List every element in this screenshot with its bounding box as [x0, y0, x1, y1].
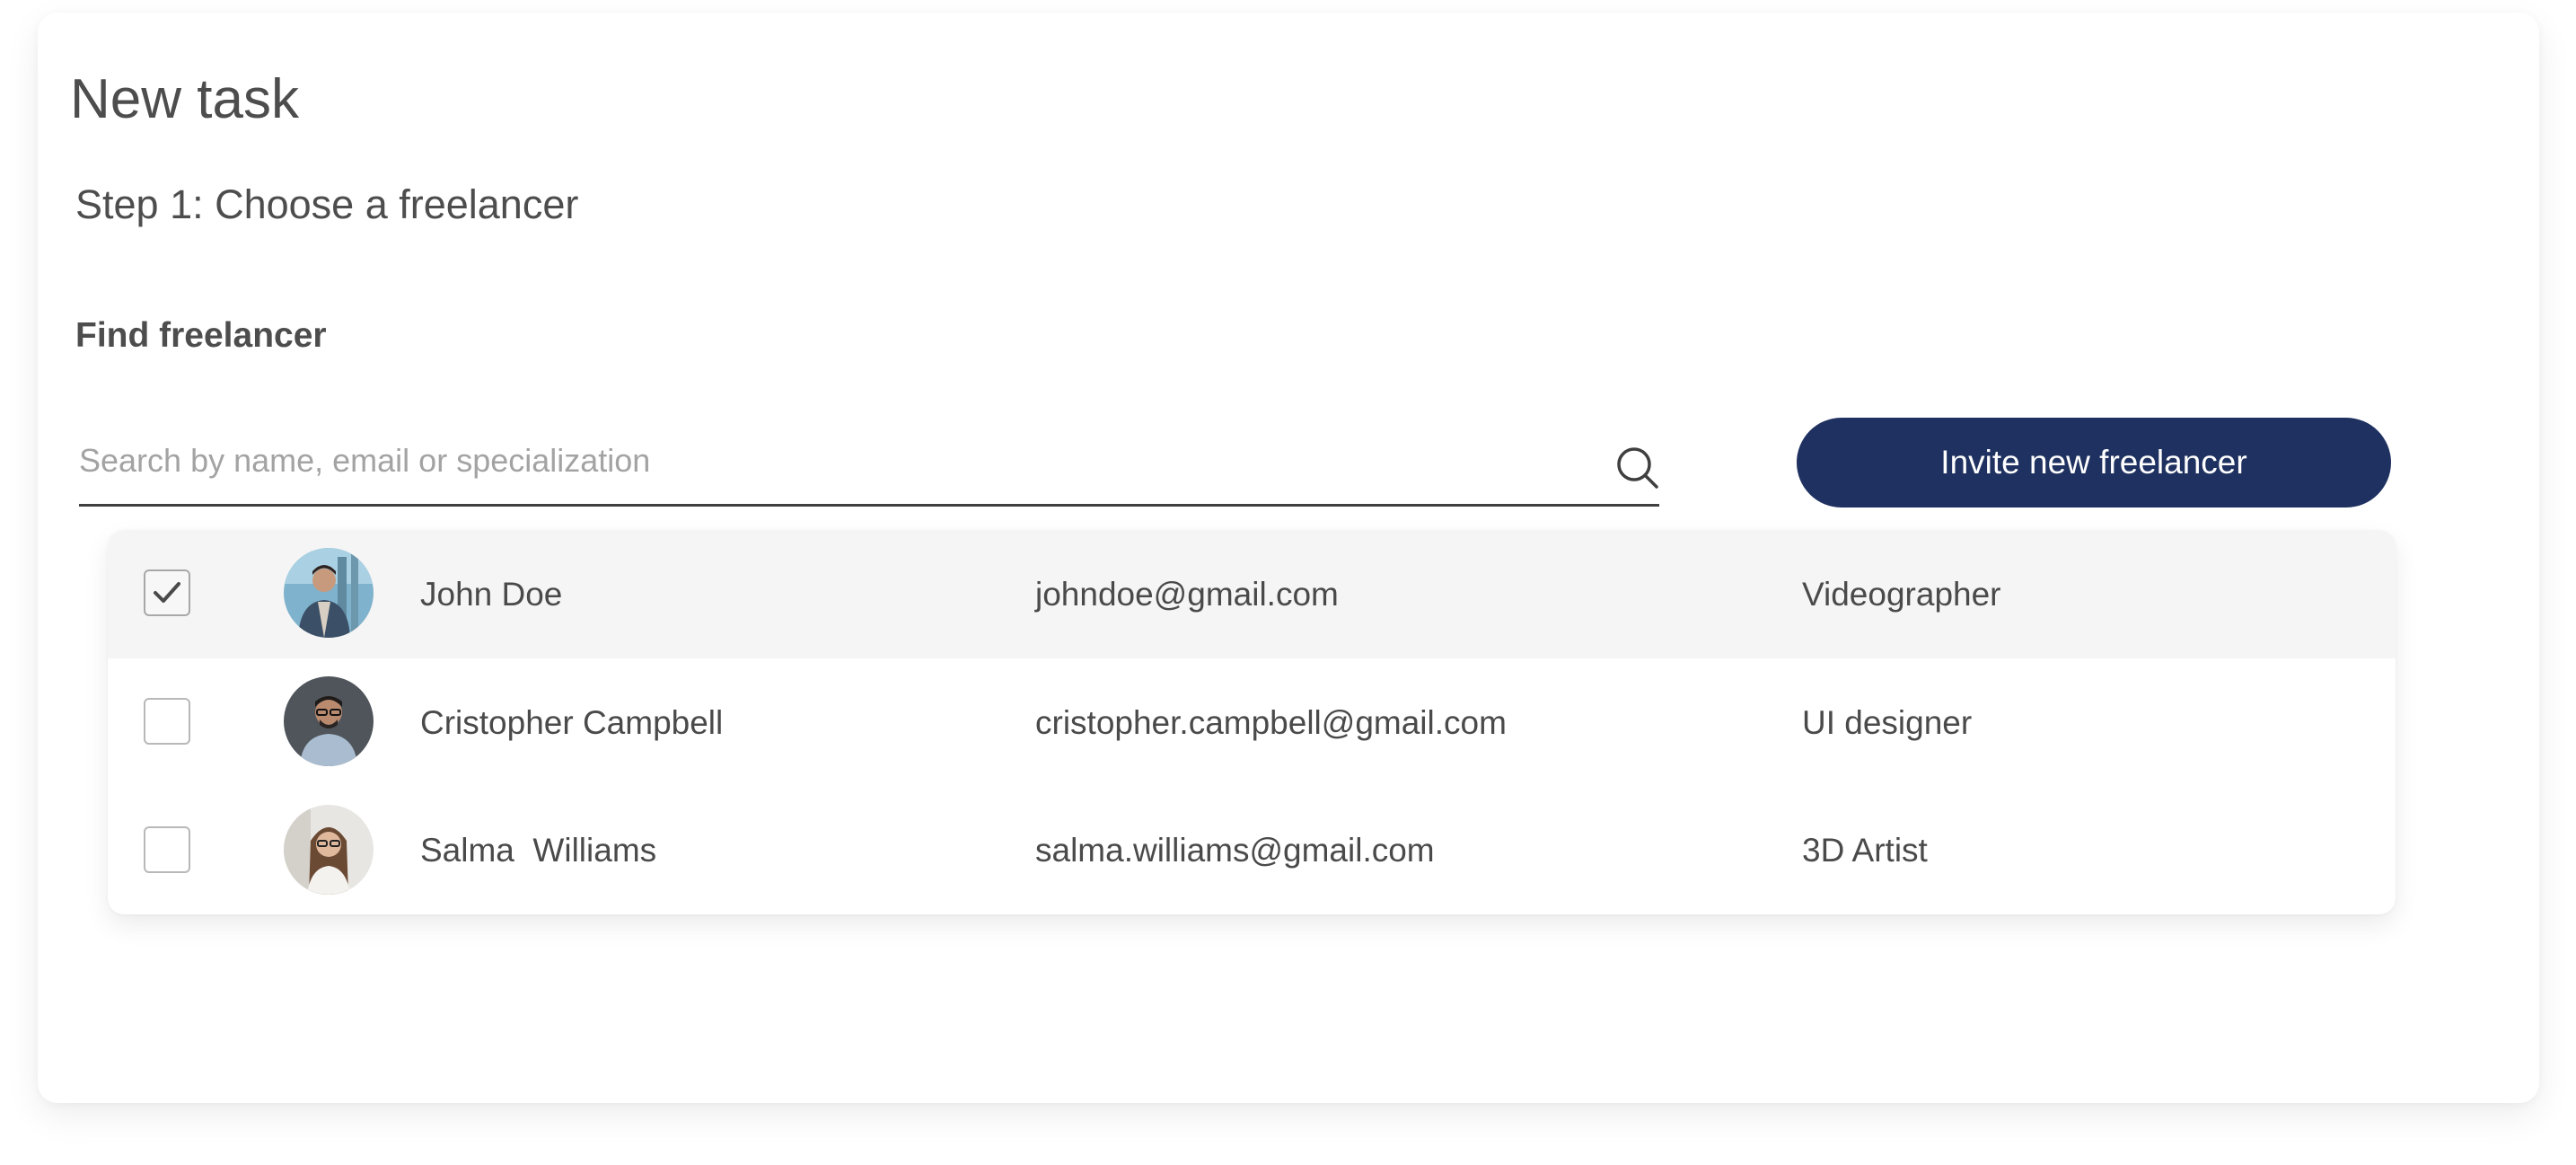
- invite-new-freelancer-button[interactable]: Invite new freelancer: [1797, 418, 2391, 507]
- freelancer-specialization: UI designer: [1802, 703, 1973, 741]
- freelancer-specialization: 3D Artist: [1802, 832, 1928, 869]
- freelancer-specialization: Videographer: [1802, 575, 2001, 613]
- search-field: [79, 418, 1659, 507]
- find-freelancer-label: Find freelancer: [75, 316, 327, 355]
- select-checkbox[interactable]: [144, 698, 190, 745]
- checkmark-icon: [154, 582, 180, 603]
- freelancer-row[interactable]: John Doe johndoe@gmail.com Videographer: [108, 530, 2396, 658]
- freelancer-row[interactable]: Cristopher Campbell cristopher.campbell@…: [108, 658, 2396, 787]
- freelancer-email: johndoe@gmail.com: [1035, 575, 1339, 613]
- avatar: [284, 548, 374, 638]
- select-checkbox[interactable]: [144, 826, 190, 873]
- avatar: [284, 805, 374, 895]
- freelancer-name: Salma Williams: [420, 832, 657, 869]
- select-checkbox[interactable]: [144, 569, 190, 616]
- step-title: Step 1: Choose a freelancer: [75, 181, 579, 227]
- freelancer-name: Cristopher Campbell: [420, 703, 724, 741]
- freelancer-email: salma.williams@gmail.com: [1035, 832, 1435, 869]
- freelancer-email: cristopher.campbell@gmail.com: [1035, 703, 1507, 741]
- freelancer-row[interactable]: Salma Williams salma.williams@gmail.com …: [108, 787, 2396, 914]
- avatar: [284, 676, 374, 766]
- freelancer-list: John Doe johndoe@gmail.com Videographer …: [108, 530, 2396, 914]
- search-input[interactable]: [79, 434, 1552, 488]
- search-icon[interactable]: [1614, 445, 1661, 491]
- freelancer-name: John Doe: [420, 575, 563, 613]
- page-title: New task: [70, 68, 299, 130]
